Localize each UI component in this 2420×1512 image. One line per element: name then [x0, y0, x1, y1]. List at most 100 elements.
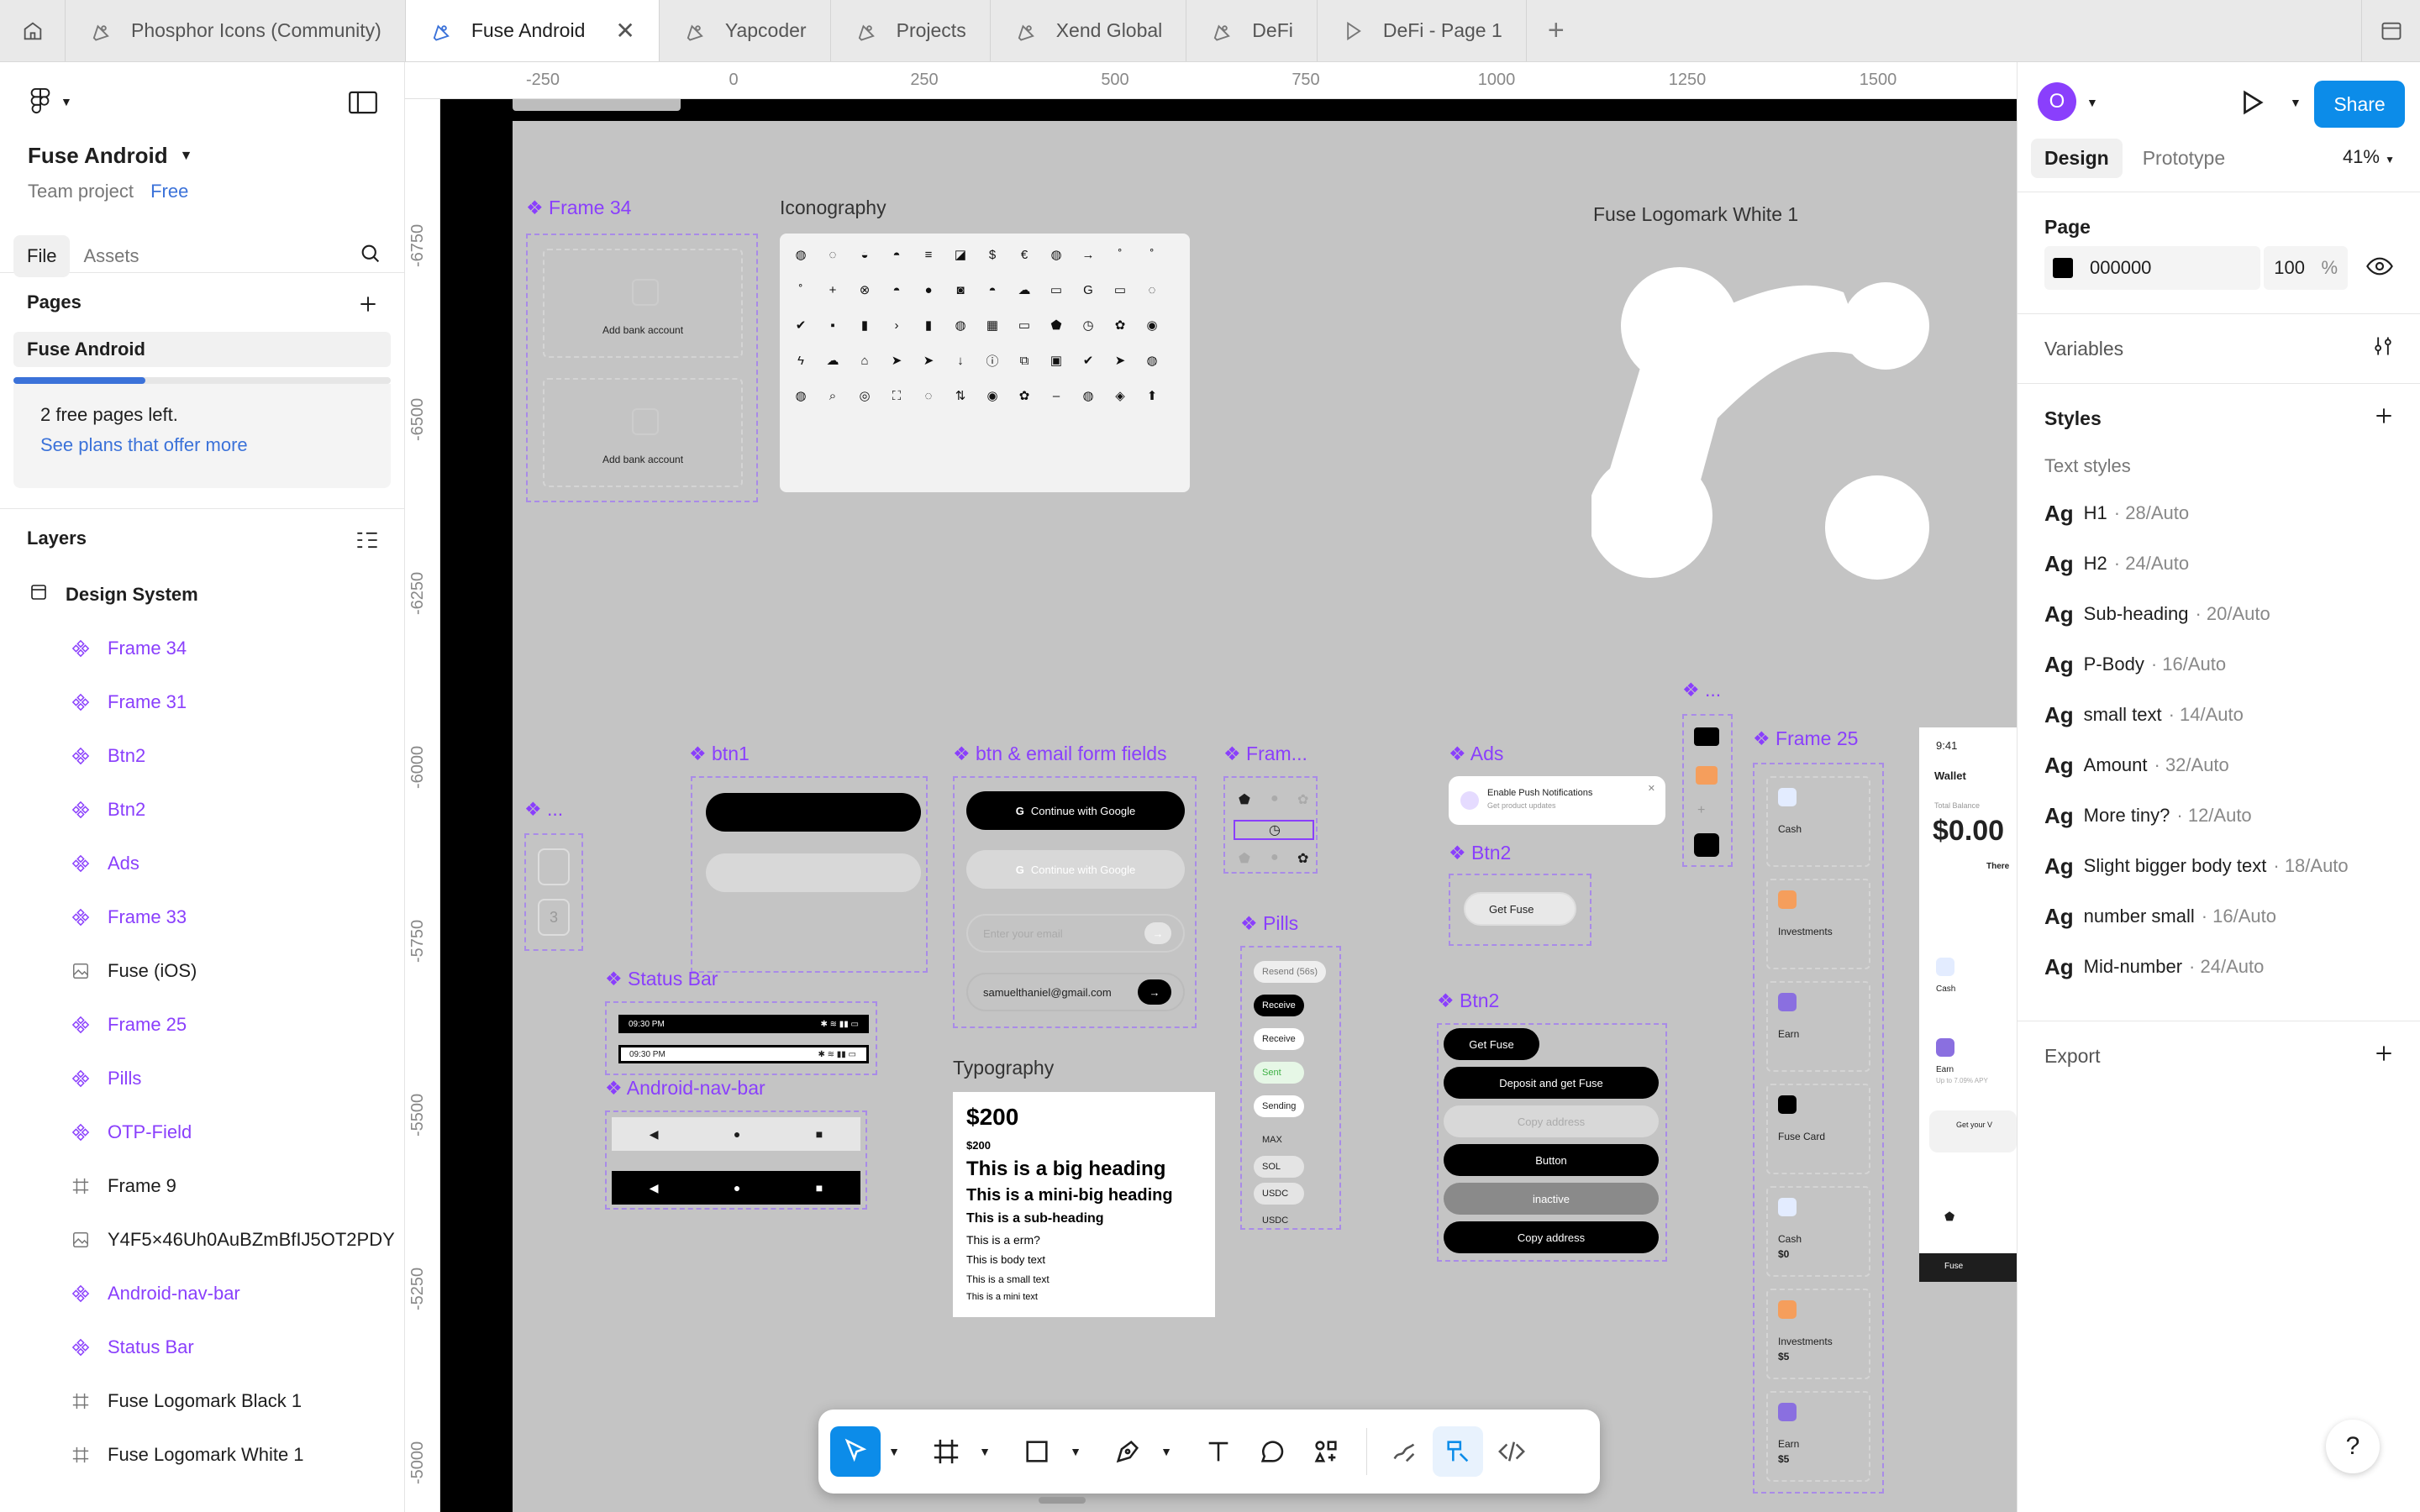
text-style-item[interactable]: Ag Sub-heading · 20/Auto [2044, 589, 2393, 639]
android-nav-frame[interactable]: ◀ ● ■ ◀ ● ■ [605, 1110, 867, 1210]
btn2-button[interactable]: inactive [1444, 1183, 1659, 1215]
page-item-fuse-android[interactable]: Fuse Android [13, 332, 391, 367]
typography-card[interactable]: $200 $200 This is a big heading This is a m… [953, 1092, 1215, 1317]
add-style-button[interactable] [2373, 405, 2395, 432]
nav-icons-frame[interactable]: ⬟ ● ✿ ◷ ⬟ ● ✿ [1223, 776, 1318, 874]
get-fuse-button[interactable]: Get Fuse [1464, 892, 1576, 926]
collapse-layers-button[interactable] [355, 529, 379, 556]
email-input-empty[interactable]: Enter your email → [966, 914, 1185, 953]
text-style-item[interactable]: Ag P-Body · 16/Auto [2044, 639, 2393, 690]
pill[interactable]: SOL [1254, 1156, 1304, 1178]
layer-item[interactable]: Btn2 [0, 729, 404, 783]
frame-25[interactable]: Cash Investments Earn Fuse Card Cash $0 Invest… [1753, 763, 1884, 1494]
status-bar-frame[interactable]: 09:30 PM ✱ ≋ ▮▮ ▭ 09:30 PM ✱ ≋ ▮▮ ▭ [605, 1001, 877, 1075]
variables-button[interactable] [2371, 334, 2395, 363]
btn2-button[interactable]: Get Fuse [1444, 1028, 1539, 1060]
pill[interactable]: USDC [1254, 1210, 1304, 1231]
pill[interactable]: Receive [1254, 995, 1304, 1016]
pills-frame[interactable]: Resend (56s) Receive Receive Sent Sending MAX… [1240, 946, 1341, 1230]
text-style-item[interactable]: Ag number small · 16/Auto [2044, 891, 2393, 942]
btn2-a-label[interactable]: ❖ Btn2 [1449, 842, 1511, 864]
pill[interactable]: Sent [1254, 1062, 1304, 1084]
avatar[interactable]: O [2038, 82, 2076, 121]
layer-item[interactable]: Status Bar [0, 1320, 404, 1374]
share-button[interactable]: Share [2314, 81, 2405, 128]
rectangle-tool[interactable] [1012, 1426, 1062, 1477]
status-bar-label[interactable]: ❖ Status Bar [605, 968, 718, 990]
chevron-down-icon[interactable]: ▼ [884, 1445, 904, 1458]
tab-phosphor-icons[interactable]: Phosphor Icons (Community) [66, 0, 406, 61]
pill[interactable]: Receive [1254, 1028, 1304, 1050]
black-button[interactable] [706, 793, 921, 832]
btn2-a-frame[interactable]: Get Fuse [1449, 874, 1591, 946]
sidebar-layout-button[interactable] [2361, 0, 2420, 62]
close-icon[interactable]: ✕ [1648, 783, 1655, 794]
tab-fuse-android[interactable]: Fuse Android ✕ [405, 0, 660, 61]
pill[interactable]: Sending [1254, 1095, 1305, 1117]
close-icon[interactable]: ✕ [615, 17, 634, 45]
frame-25-card[interactable]: Earn $5 [1766, 1391, 1870, 1482]
frame-25-card[interactable]: Investments [1766, 879, 1870, 969]
tab-defi-page-1[interactable]: DeFi - Page 1 [1318, 0, 1527, 61]
otp-box-filled[interactable]: 3 [538, 899, 570, 936]
layer-item[interactable]: Frame 9 [0, 1159, 404, 1213]
layer-item[interactable]: Fuse (iOS) [0, 944, 404, 998]
tab-prototype[interactable]: Prototype [2129, 139, 2238, 178]
frame-25-card[interactable]: Cash $0 [1766, 1186, 1870, 1277]
chevron-down-icon[interactable]: ▼ [2290, 96, 2302, 109]
frame-25-label[interactable]: ❖ Frame 25 [1753, 727, 1858, 750]
frame-25-card[interactable]: Investments $5 [1766, 1289, 1870, 1379]
comment-tool[interactable] [1247, 1426, 1297, 1477]
otp-frame-label[interactable]: ❖ ... [524, 798, 563, 821]
add-export-button[interactable] [2373, 1042, 2395, 1069]
tab-projects[interactable]: Projects [831, 0, 991, 61]
search-layers-button[interactable] [359, 242, 382, 270]
text-tool[interactable] [1193, 1426, 1244, 1477]
frame-25-card[interactable]: Earn [1766, 981, 1870, 1072]
pills-label[interactable]: ❖ Pills [1240, 912, 1298, 935]
tab-yapcoder[interactable]: Yapcoder [660, 0, 831, 61]
layer-item[interactable]: Android-nav-bar [0, 1267, 404, 1320]
layer-root-design-system[interactable]: Design System [0, 568, 404, 622]
text-style-item[interactable]: Ag small text · 14/Auto [2044, 690, 2393, 740]
chevron-down-icon[interactable]: ▼ [2086, 96, 2098, 109]
layer-item[interactable]: Pills [0, 1052, 404, 1105]
page-color-field[interactable]: 000000 [2044, 246, 2261, 290]
text-style-item[interactable]: Ag H2 · 24/Auto [2044, 538, 2393, 589]
present-button[interactable] [2236, 87, 2266, 122]
push-notification-ad[interactable]: Enable Push Notifications Get product up… [1449, 776, 1665, 825]
layer-item[interactable]: Frame 33 [0, 890, 404, 944]
card-icons-frame[interactable]: + [1682, 714, 1733, 867]
layer-item[interactable]: Frame 34 [0, 622, 404, 675]
chevron-down-icon[interactable]: ▼ [1156, 1445, 1176, 1458]
tab-assets[interactable]: Assets [70, 235, 152, 277]
frame-25-card[interactable]: Fuse Card [1766, 1084, 1870, 1174]
btn1-label[interactable]: ❖ btn1 [689, 743, 750, 765]
ads-label[interactable]: ❖ Ads [1449, 743, 1503, 765]
gray-button[interactable] [706, 853, 921, 892]
btn2-button[interactable]: Button [1444, 1144, 1659, 1176]
actions-tool[interactable] [1301, 1426, 1351, 1477]
toggle-sidebar-button[interactable] [349, 91, 377, 118]
continue-google-button[interactable]: G Continue with Google [966, 791, 1185, 830]
text-style-item[interactable]: Ag More tiny? · 12/Auto [2044, 790, 2393, 841]
android-nav-label[interactable]: ❖ Android-nav-bar [605, 1077, 765, 1100]
pill[interactable]: MAX [1254, 1129, 1304, 1151]
phone-mockup[interactable]: 9:41 Wallet Total Balance $0.00 There Ca… [1919, 727, 2017, 1282]
btn1-frame[interactable] [691, 776, 928, 973]
move-tool[interactable] [830, 1426, 881, 1477]
tab-file[interactable]: File [13, 235, 71, 277]
fuse-logomark-white[interactable] [1591, 234, 1953, 603]
home-tab[interactable] [0, 0, 66, 61]
layer-item[interactable]: Fuse Logomark Black 1 [0, 1374, 404, 1428]
arrow-right-icon[interactable]: → [1138, 979, 1171, 1005]
fram-label[interactable]: ❖ Fram... [1223, 743, 1307, 765]
chevron-down-icon[interactable]: ▼ [1065, 1445, 1086, 1458]
main-menu-button[interactable]: ▼ [29, 87, 72, 116]
email-input-filled[interactable]: samuelthaniel@gmail.com → [966, 973, 1185, 1011]
text-style-item[interactable]: Ag Slight bigger body text · 18/Auto [2044, 841, 2393, 891]
frame-tool[interactable] [921, 1426, 971, 1477]
visibility-toggle[interactable] [2366, 255, 2393, 281]
layer-item[interactable]: Fuse Logomark White 1 [0, 1428, 404, 1482]
add-page-button[interactable] [357, 293, 379, 320]
